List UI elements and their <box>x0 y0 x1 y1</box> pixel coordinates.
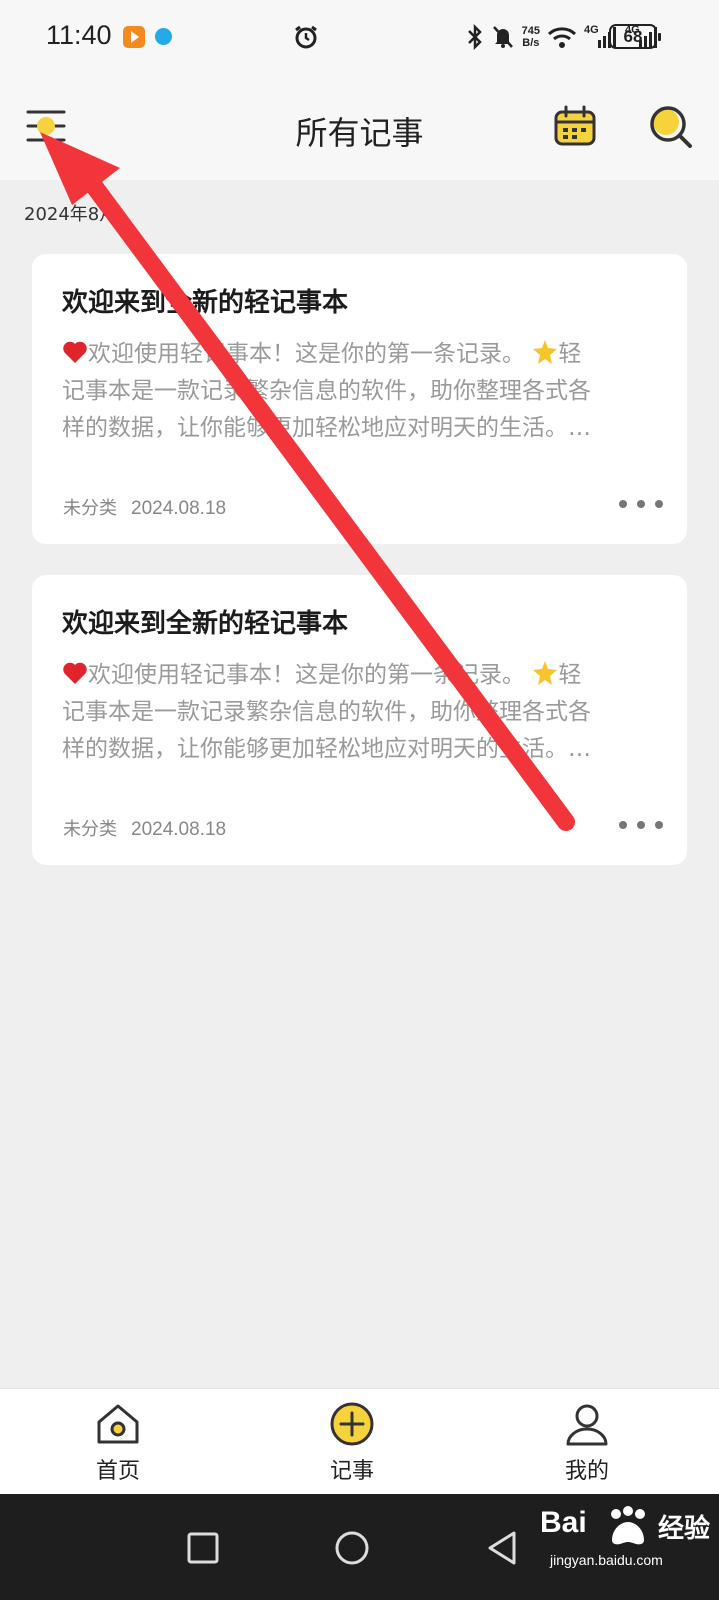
note-meta: 未分类 2024.08.18 <box>63 494 226 520</box>
battery-indicator: 68 <box>609 24 661 49</box>
note-preview: 欢迎使用轻记事本！这是你的第一条记录。 轻 记事本是一款记录繁杂信息的软件，助你… <box>62 340 591 441</box>
nav-home[interactable]: 首页 <box>48 1389 188 1495</box>
note-title: 欢迎来到全新的轻记事本 <box>62 609 349 639</box>
watermark-brand-suffix: 经验 <box>658 1514 711 1544</box>
wifi-icon <box>547 27 577 48</box>
search-icon[interactable] <box>646 102 694 150</box>
app-bar: 所有记事 <box>0 78 719 180</box>
note-date: 2024.08.18 <box>131 498 227 519</box>
mute-bell-icon <box>492 26 513 48</box>
watermark-brand: Bai <box>540 1506 587 1539</box>
nav-profile[interactable]: 我的 <box>517 1389 657 1495</box>
note-meta: 未分类 2024.08.18 <box>63 815 226 841</box>
home-button-icon[interactable] <box>332 1528 372 1568</box>
page-title: 所有记事 <box>295 114 424 152</box>
note-card[interactable]: 欢迎来到全新的轻记事本 欢迎使用轻记事本！这是你的第一条记录。 轻 记事本是一款… <box>32 254 687 544</box>
watermark-url: jingyan.baidu.com <box>550 1552 663 1568</box>
nav-notes[interactable]: 记事 <box>282 1389 422 1495</box>
video-app-icon <box>123 26 145 48</box>
status-bar: 11:40 745 B/s 4G 4G 68 <box>0 0 719 78</box>
alarm-icon <box>295 25 317 49</box>
bottom-navigation: 首页 记事 我的 <box>0 1388 719 1494</box>
status-time: 11:40 <box>46 20 112 50</box>
baidu-watermark: Bai 经验 jingyan.baidu.com <box>540 1506 710 1592</box>
back-icon[interactable] <box>482 1528 522 1568</box>
note-title: 欢迎来到全新的轻记事本 <box>62 288 349 318</box>
heart-icon <box>63 662 87 684</box>
add-note-icon <box>330 1402 374 1446</box>
note-preview: 欢迎使用轻记事本！这是你的第一条记录。 轻 记事本是一款记录繁杂信息的软件，助你… <box>62 661 591 762</box>
heart-icon <box>63 341 87 363</box>
sparkle-star-icon <box>533 340 558 364</box>
profile-icon <box>566 1404 608 1446</box>
calendar-icon[interactable] <box>553 104 597 148</box>
more-options-icon[interactable] <box>619 494 663 514</box>
bluetooth-icon <box>467 24 482 50</box>
home-icon <box>97 1404 139 1444</box>
note-category: 未分类 <box>63 819 117 840</box>
browser-app-icon <box>155 28 172 45</box>
note-category: 未分类 <box>63 498 117 519</box>
note-card[interactable]: 欢迎来到全新的轻记事本 欢迎使用轻记事本！这是你的第一条记录。 轻 记事本是一款… <box>32 575 687 865</box>
note-date: 2024.08.18 <box>131 819 227 840</box>
more-options-icon[interactable] <box>619 815 663 835</box>
recent-apps-icon[interactable] <box>183 1528 223 1568</box>
paw-logo-icon <box>611 1506 645 1545</box>
network-speed: 745 B/s <box>521 25 540 49</box>
sparkle-star-icon <box>533 661 558 685</box>
month-label: 2024年8月 <box>24 204 118 225</box>
